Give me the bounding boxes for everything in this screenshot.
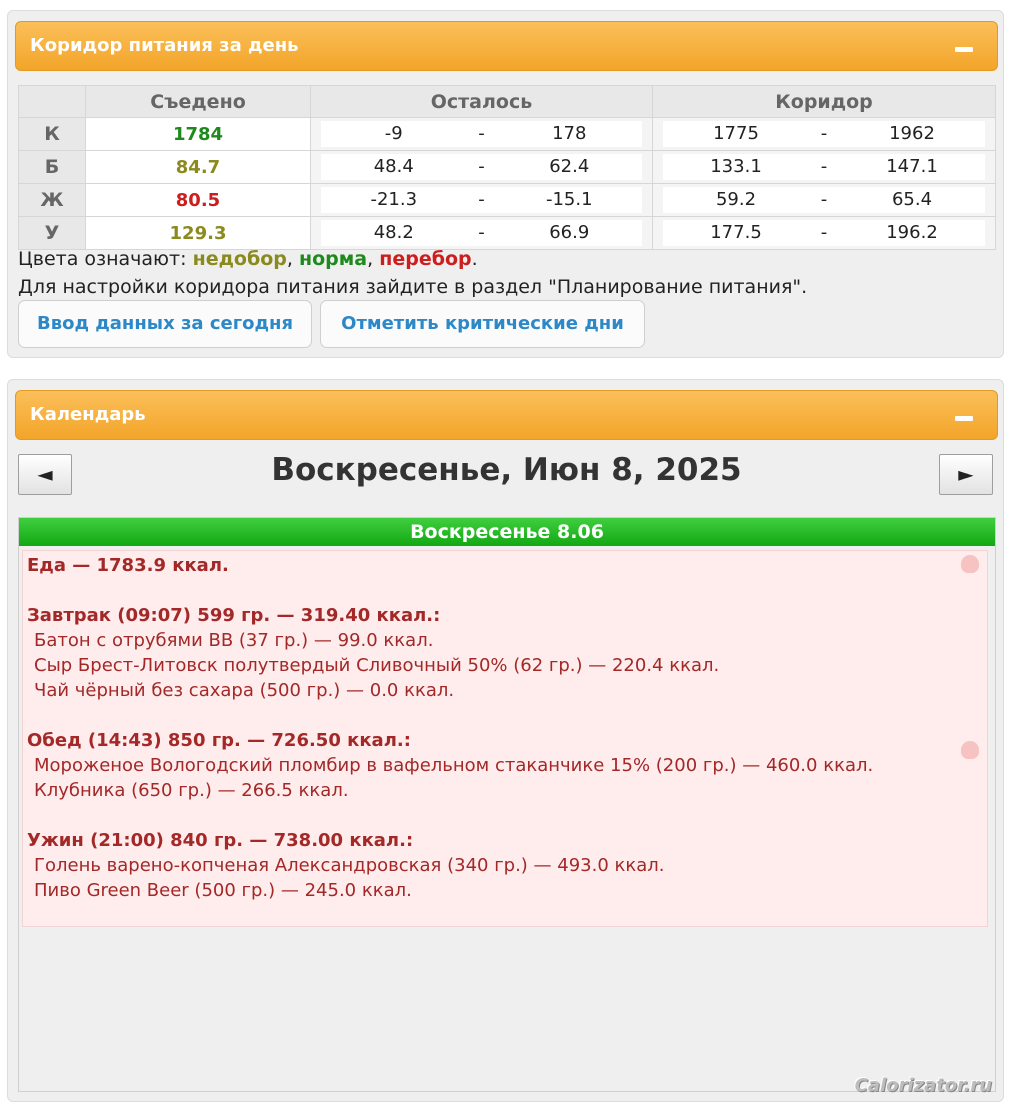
range-dash: - [478, 189, 485, 210]
thumb-icon[interactable] [961, 555, 979, 573]
calendar-panel-header[interactable]: Календарь [15, 390, 998, 440]
calendar-title: Календарь [30, 404, 146, 425]
calendar-date: Воскресенье, Июн 8, 2025 [271, 452, 742, 488]
header-left: Осталось [310, 85, 653, 118]
list-item: Голень варено-копченая Александровская (… [34, 855, 665, 876]
eaten-value: 129.3 [85, 216, 311, 250]
table-row: Ж 80.5 -21.3 - -15.1 59.2 - 65.4 [18, 183, 996, 217]
corridor-hint: Для настройки коридора питания зайдите в… [18, 276, 808, 298]
day-header[interactable]: Воскресенье 8.06 [19, 518, 995, 546]
legend-over: перебор [379, 248, 472, 270]
calendar-panel: Календарь ◄ Воскресенье, Июн 8, 2025 ► В… [7, 379, 1004, 1102]
corridor-from: 133.1 [710, 156, 762, 177]
thumb-icon[interactable] [961, 741, 979, 759]
eaten-value: 84.7 [85, 150, 311, 184]
left-from: -9 [384, 123, 403, 144]
left-to: 66.9 [549, 222, 590, 243]
corridor-to: 147.1 [886, 156, 938, 177]
row-label: Б [18, 150, 86, 184]
corridor-title: Коридор питания за день [30, 35, 299, 56]
meal-title: Ужин (21:00) 840 гр. — 738.00 ккал.: [27, 830, 414, 851]
range-dash: - [478, 222, 485, 243]
mark-critical-days-button[interactable]: Отметить критические дни [320, 300, 645, 348]
legend-norm: норма [299, 248, 368, 270]
enter-today-button[interactable]: Ввод данных за сегодня [18, 300, 312, 348]
table-corner [18, 85, 86, 118]
legend-separator: , [367, 248, 380, 270]
left-to: 178 [552, 123, 587, 144]
range-dash: - [820, 156, 828, 177]
list-item: Чай чёрный без сахара (500 гр.) — 0.0 кк… [34, 680, 455, 701]
next-day-button[interactable]: ► [939, 454, 993, 495]
header-eaten: Съедено [85, 85, 311, 118]
food-total: Еда — 1783.9 ккал. [27, 555, 229, 576]
collapse-icon[interactable] [955, 416, 973, 421]
header-corridor: Коридор [652, 85, 996, 118]
left-from: 48.4 [373, 156, 414, 177]
legend-under: недобор [192, 248, 287, 270]
list-item: Клубника (650 гр.) — 266.5 ккал. [34, 780, 349, 801]
table-row: К 1784 -9 - 178 1775 - 1962 [18, 117, 996, 151]
corridor-to: 1962 [889, 123, 935, 144]
site-watermark: Calorizator.ru [854, 1075, 992, 1096]
eaten-value: 80.5 [85, 183, 311, 217]
legend-end: . [471, 248, 478, 270]
list-item: Батон с отрубями ВВ (37 гр.) — 99.0 ккал… [34, 630, 434, 651]
corridor-panel: Коридор питания за день Съедено Осталось… [7, 10, 1004, 358]
list-item: Пиво Green Beer (500 гр.) — 245.0 ккал. [34, 880, 412, 901]
day-food-list: Еда — 1783.9 ккал. Завтрак (09:07) 599 г… [22, 550, 988, 927]
legend-separator: , [286, 248, 299, 270]
color-legend: Цвета означают: недобор, норма, перебор. [18, 248, 478, 270]
range-dash: - [820, 123, 828, 144]
corridor-from: 59.2 [715, 189, 757, 210]
corridor-table: Съедено Осталось Коридор К 1784 -9 - 178 1… [18, 85, 996, 250]
meal-title: Обед (14:43) 850 гр. — 726.50 ккал.: [27, 730, 411, 751]
table-row: У 129.3 48.2 - 66.9 177.5 - 196.2 [18, 216, 996, 250]
range-dash: - [478, 123, 485, 144]
left-to: -15.1 [545, 189, 593, 210]
row-label: К [18, 117, 86, 151]
table-row: Б 84.7 48.4 - 62.4 133.1 - 147.1 [18, 150, 996, 184]
collapse-icon[interactable] [955, 47, 973, 52]
list-item: Сыр Брест-Литовск полутвердый Сливочный … [34, 655, 720, 676]
day-view: Воскресенье 8.06 Еда — 1783.9 ккал. Завт… [18, 517, 996, 1092]
left-from: 48.2 [373, 222, 414, 243]
left-from: -21.3 [370, 189, 418, 210]
range-dash: - [820, 189, 828, 210]
range-dash: - [820, 222, 828, 243]
corridor-to: 65.4 [891, 189, 933, 210]
corridor-from: 1775 [713, 123, 759, 144]
meal-title: Завтрак (09:07) 599 гр. — 319.40 ккал.: [27, 605, 441, 626]
eaten-value: 1784 [85, 117, 311, 151]
row-label: У [18, 216, 86, 250]
list-item: Мороженое Вологодский пломбир в вафельно… [34, 755, 874, 776]
left-to: 62.4 [549, 156, 590, 177]
range-dash: - [478, 156, 485, 177]
row-label: Ж [18, 183, 86, 217]
prev-day-button[interactable]: ◄ [18, 454, 72, 495]
corridor-from: 177.5 [710, 222, 762, 243]
legend-prefix: Цвета означают: [18, 248, 193, 270]
corridor-panel-header[interactable]: Коридор питания за день [15, 21, 998, 71]
corridor-to: 196.2 [886, 222, 938, 243]
